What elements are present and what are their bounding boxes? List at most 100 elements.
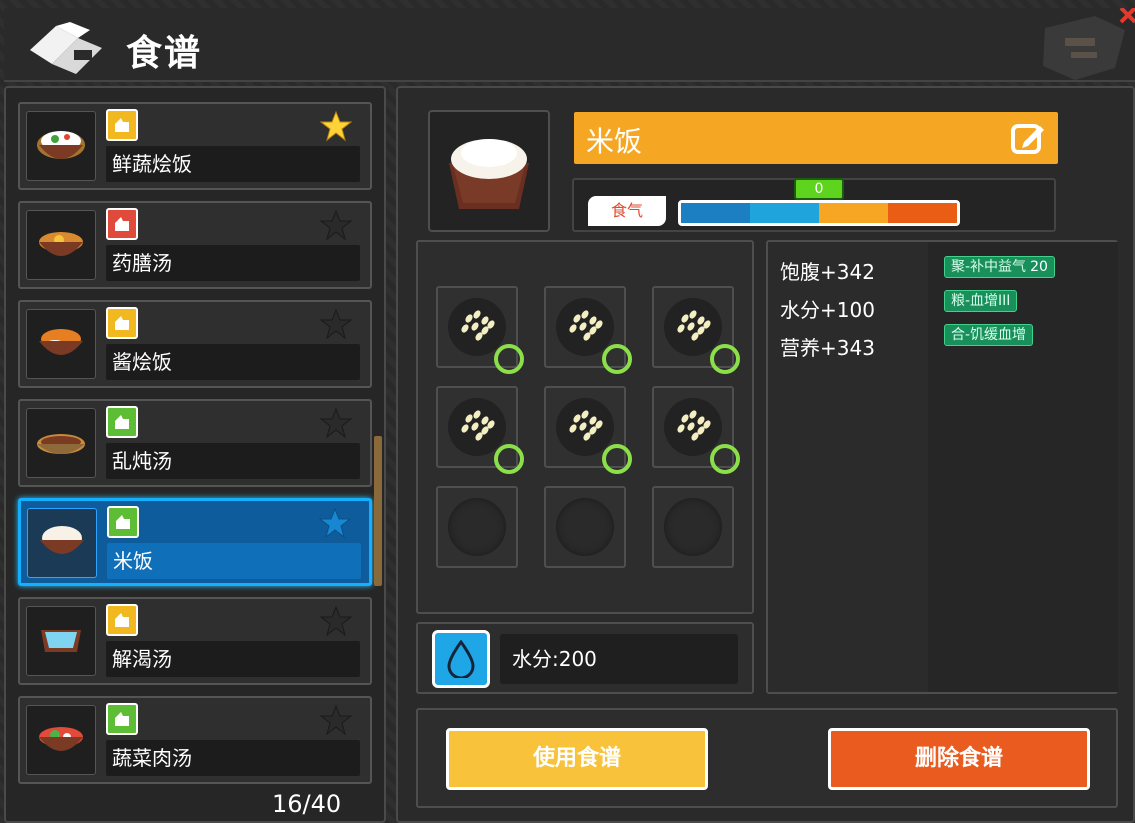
effect-tag: 聚-补中益气 20 bbox=[944, 256, 1055, 278]
qi-value-marker: 0 bbox=[794, 178, 844, 200]
ingredient-grid bbox=[416, 240, 754, 614]
ingredient-slot[interactable] bbox=[652, 386, 740, 474]
favorite-star-icon[interactable] bbox=[320, 209, 352, 241]
favorite-star-icon[interactable] bbox=[319, 507, 351, 539]
recipe-item[interactable]: 解渴汤 bbox=[18, 597, 372, 685]
stat-nutrition: 营养+343 bbox=[780, 336, 875, 360]
stat-water: 水分+100 bbox=[780, 298, 875, 322]
soup-bowl-icon bbox=[39, 232, 83, 256]
edit-icon[interactable] bbox=[1010, 120, 1046, 156]
recipe-item[interactable]: 鲜蔬烩饭 bbox=[18, 102, 372, 190]
rice-grain bbox=[675, 423, 687, 434]
ingredient-slot[interactable] bbox=[544, 386, 632, 474]
favorite-star-icon[interactable] bbox=[320, 308, 352, 340]
recipe-thumbnail bbox=[26, 705, 96, 775]
recipe-name: 鲜蔬烩饭 bbox=[106, 146, 360, 182]
recipe-type-badge bbox=[106, 703, 138, 735]
rice-grain bbox=[473, 431, 485, 442]
empty-slot-icon bbox=[556, 498, 614, 556]
effect-tag-text: 合-饥缓血增 bbox=[951, 327, 1027, 343]
check-ring-icon bbox=[602, 444, 632, 474]
recipe-thumbnail bbox=[26, 309, 96, 379]
rice-grain bbox=[581, 431, 593, 442]
effect-tag-text: 聚-补中益气 bbox=[951, 259, 1027, 275]
rice-grain-icon bbox=[448, 398, 506, 456]
dish-title: 米饭 bbox=[586, 125, 643, 158]
ingredient-slot[interactable] bbox=[652, 286, 740, 374]
water-value: 水分:200 bbox=[500, 634, 738, 684]
recipe-thumbnail bbox=[26, 408, 96, 478]
close-icon[interactable] bbox=[1025, 8, 1135, 82]
recipe-book-icon bbox=[30, 22, 102, 74]
recipe-thumbnail bbox=[27, 508, 97, 578]
hand-icon bbox=[115, 316, 129, 330]
use-recipe-button[interactable]: 使用食谱 bbox=[446, 728, 708, 790]
rice-grain bbox=[473, 331, 485, 342]
qi-meter: 食气 0 bbox=[572, 178, 1056, 232]
rice-grain bbox=[459, 423, 471, 434]
recipe-name: 米饭 bbox=[107, 543, 361, 579]
rice-grain bbox=[469, 421, 481, 432]
water-row: 水分:200 bbox=[416, 622, 754, 694]
effect-tag-num: 20 bbox=[1030, 259, 1048, 275]
delete-recipe-button[interactable]: 删除食谱 bbox=[828, 728, 1090, 790]
page-title: 食谱 bbox=[126, 33, 203, 74]
recipe-type-badge bbox=[106, 307, 138, 339]
action-row: 使用食谱 删除食谱 bbox=[416, 708, 1118, 808]
hand-icon bbox=[115, 415, 129, 429]
rice-grain bbox=[687, 309, 699, 320]
recipe-item[interactable]: 蔬菜肉汤 bbox=[18, 696, 372, 784]
ingredient-slot-empty[interactable] bbox=[436, 486, 518, 568]
ingredient-slot[interactable] bbox=[436, 286, 524, 374]
hand-icon bbox=[115, 712, 129, 726]
rice-bowl-icon bbox=[40, 526, 84, 554]
rice-grain bbox=[689, 331, 701, 342]
ingredient-slot[interactable] bbox=[436, 386, 524, 474]
rice-grain bbox=[581, 331, 593, 342]
recipe-type-badge bbox=[107, 506, 139, 538]
dish-title-bar: 米饭 bbox=[574, 112, 1058, 164]
rice-bowl-icon bbox=[449, 139, 529, 209]
dish-image bbox=[428, 110, 550, 232]
ingredient-slot[interactable] bbox=[544, 286, 632, 374]
ingredient-slot-empty[interactable] bbox=[544, 486, 626, 568]
recipe-item[interactable]: 乱炖汤 bbox=[18, 399, 372, 487]
favorite-star-icon[interactable] bbox=[320, 704, 352, 736]
recipe-thumbnail bbox=[26, 210, 96, 280]
header-bar: 食谱 bbox=[4, 8, 1135, 82]
recipe-type-badge bbox=[106, 208, 138, 240]
rice-grain-icon bbox=[664, 298, 722, 356]
favorite-star-icon[interactable] bbox=[320, 110, 352, 142]
effect-tag: 粮-血增III bbox=[944, 290, 1018, 312]
rice-grain bbox=[687, 409, 699, 420]
recipe-item-selected[interactable]: 米饭 bbox=[18, 498, 372, 586]
rice-grain bbox=[675, 323, 687, 334]
recipe-name: 酱烩饭 bbox=[106, 344, 360, 380]
check-ring-icon bbox=[602, 344, 632, 374]
favorite-star-icon[interactable] bbox=[320, 407, 352, 439]
rice-grain bbox=[579, 409, 591, 420]
check-ring-icon bbox=[710, 344, 740, 374]
favorite-star-icon[interactable] bbox=[320, 605, 352, 637]
recipe-list-panel: 鲜蔬烩饭 药膳汤 酱烩饭 乱炖汤 米饭 解渴汤 蔬菜肉汤 16/40 bbox=[4, 86, 386, 823]
rice-grain-icon bbox=[556, 298, 614, 356]
recipe-type-badge bbox=[106, 406, 138, 438]
water-drop-icon bbox=[432, 630, 490, 688]
recipe-item[interactable]: 酱烩饭 bbox=[18, 300, 372, 388]
recipe-thumbnail bbox=[26, 606, 96, 676]
rice-grain bbox=[685, 321, 697, 332]
rice-grain bbox=[469, 321, 481, 332]
scrollbar[interactable] bbox=[374, 436, 382, 586]
recipe-name: 乱炖汤 bbox=[106, 443, 360, 479]
qi-bar bbox=[678, 200, 960, 226]
hand-icon bbox=[115, 613, 129, 627]
recipe-detail-panel: 米饭 食气 0 水分:200 饱腹+342 水分+100 营养+343 聚-补中… bbox=[396, 86, 1135, 823]
rice-bowl-icon bbox=[37, 131, 85, 159]
recipe-item[interactable]: 药膳汤 bbox=[18, 201, 372, 289]
rice-grain bbox=[459, 323, 471, 334]
check-ring-icon bbox=[710, 444, 740, 474]
stat-satiety: 饱腹+342 bbox=[780, 260, 875, 284]
stew-pot-icon bbox=[37, 434, 85, 454]
rice-grain bbox=[471, 309, 483, 320]
ingredient-slot-empty[interactable] bbox=[652, 486, 734, 568]
